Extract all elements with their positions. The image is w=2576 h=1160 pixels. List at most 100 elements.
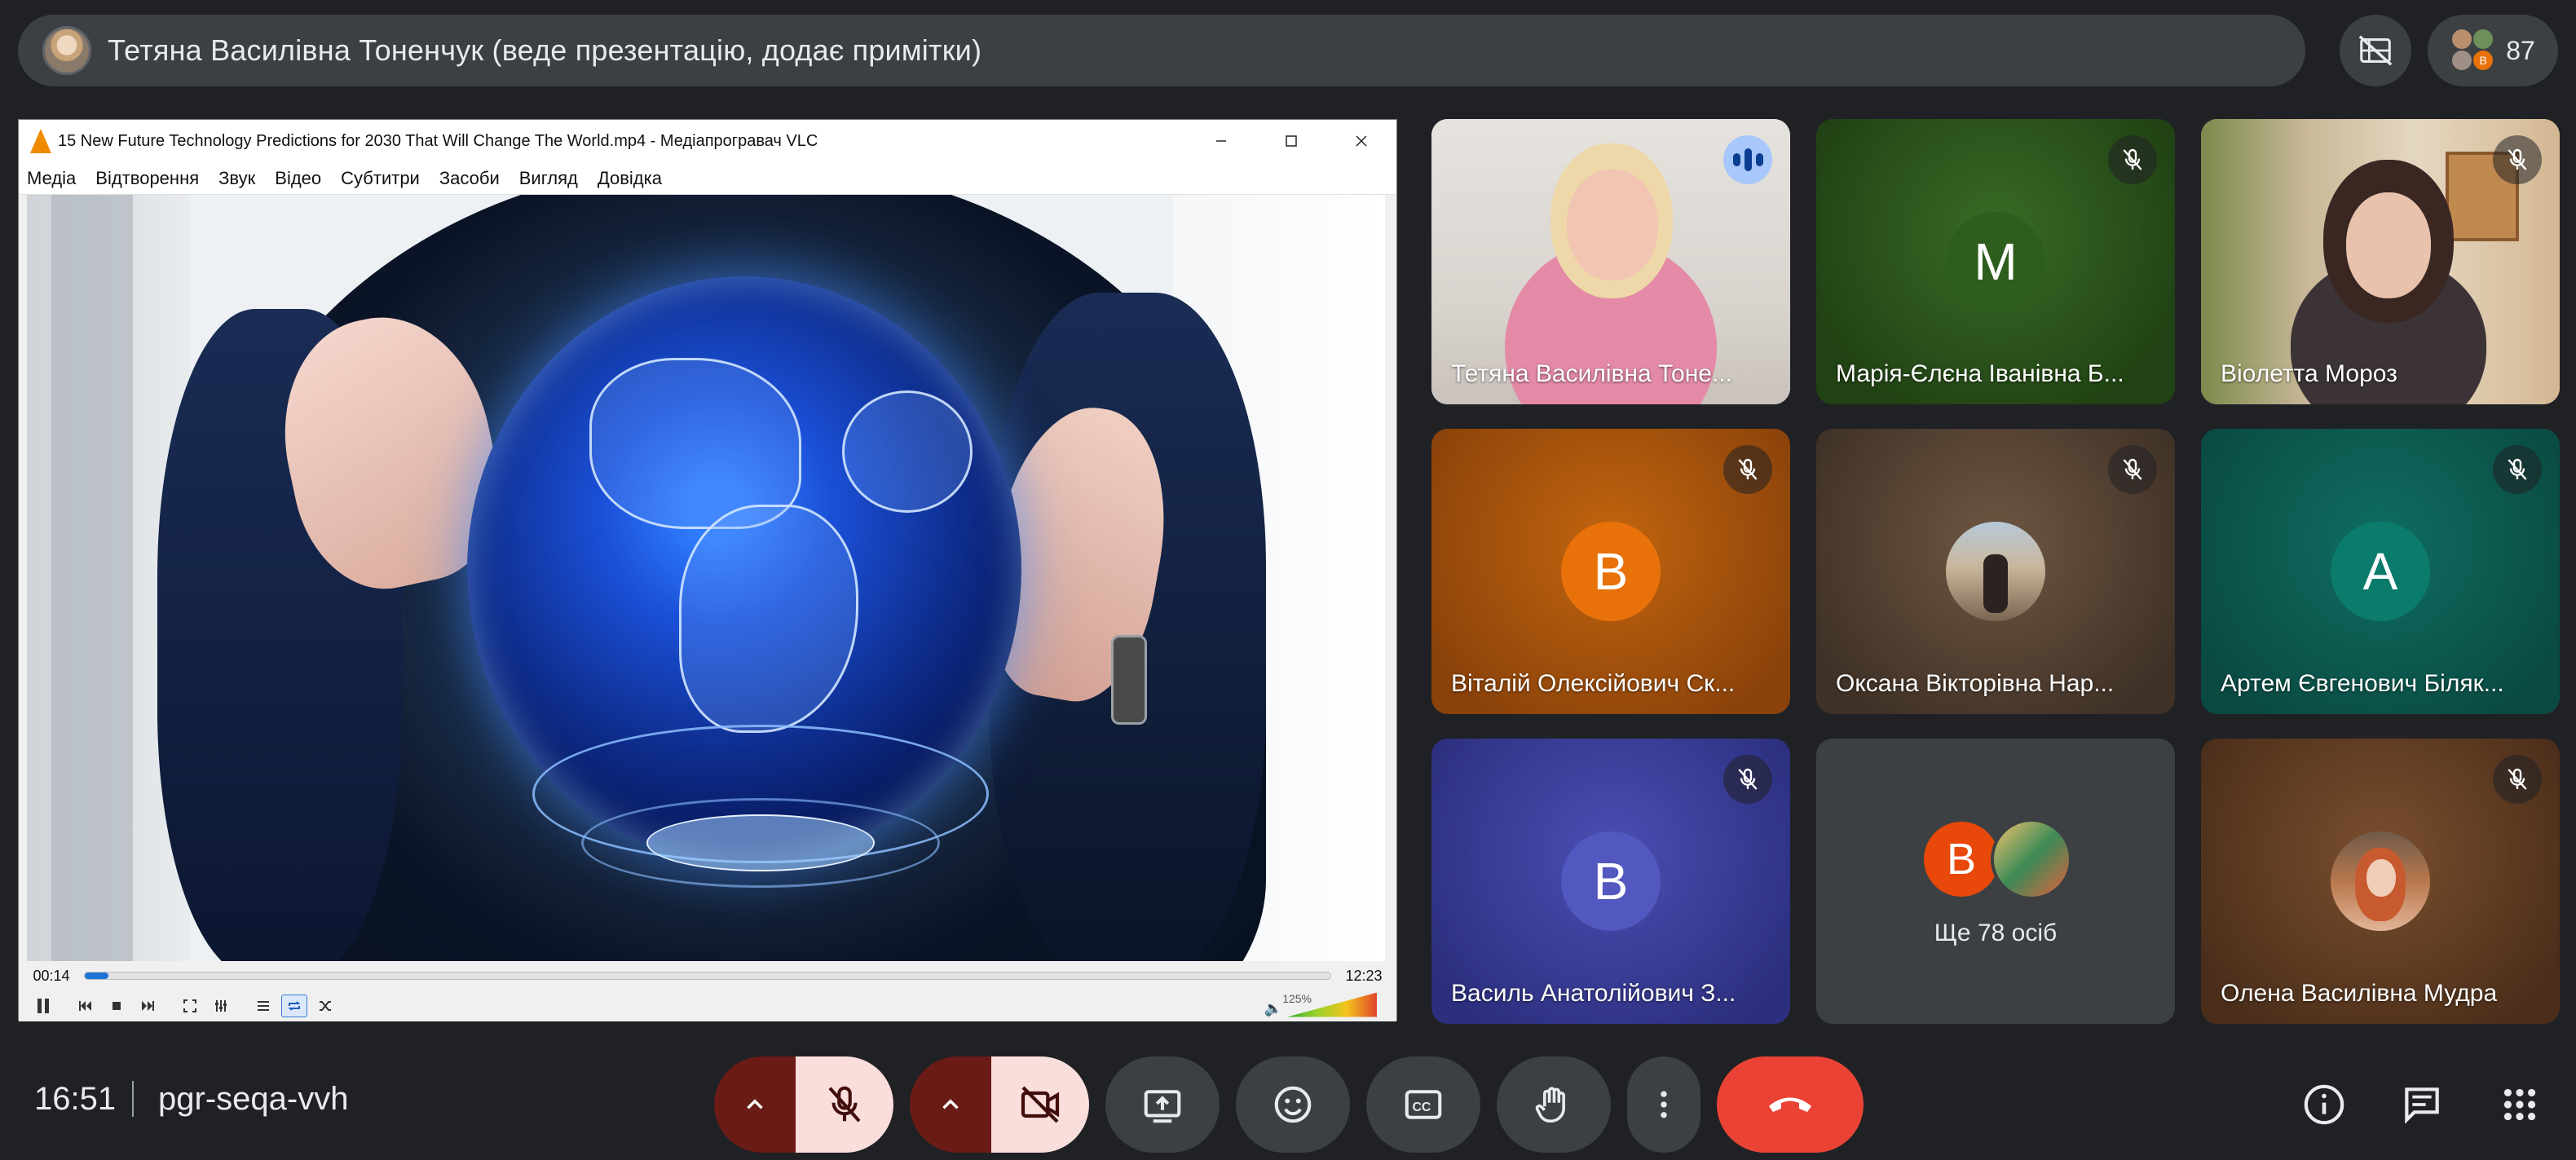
participant-avatars: В bbox=[2450, 28, 2496, 73]
camera-button[interactable] bbox=[991, 1056, 1089, 1153]
menu-playback[interactable]: Відтворення bbox=[95, 168, 199, 189]
maximize-button[interactable] bbox=[1256, 120, 1326, 162]
shared-screen-vlc-window: 15 New Future Technology Predictions for… bbox=[18, 119, 1397, 1021]
total-time: 12:23 bbox=[1345, 967, 1383, 984]
vlc-controls: 125% 🔈 bbox=[19, 990, 1396, 1021]
chat-icon bbox=[2405, 1087, 2439, 1124]
video-watch bbox=[1111, 635, 1147, 725]
menu-audio[interactable]: Звук bbox=[218, 168, 255, 189]
menu-help[interactable]: Довідка bbox=[598, 168, 662, 189]
meeting-clock: 16:51 bbox=[34, 1081, 117, 1117]
hide-tiles-button[interactable] bbox=[2340, 15, 2411, 86]
participant-avatar-letter: В bbox=[1561, 831, 1661, 931]
participant-tile[interactable]: Оксана Вікторівна Нар... bbox=[1816, 429, 2175, 714]
mic-muted-indicator bbox=[2493, 445, 2542, 494]
mic-muted-indicator bbox=[1723, 445, 1772, 494]
video-settings-button[interactable] bbox=[910, 1056, 991, 1153]
participant-name: Марія-Єлєна Іванівна Б... bbox=[1836, 360, 2124, 387]
reactions-button[interactable] bbox=[1236, 1056, 1350, 1153]
video-person-face bbox=[2346, 192, 2431, 298]
video-frame[interactable] bbox=[27, 195, 1385, 961]
activities-button[interactable] bbox=[2491, 1076, 2548, 1133]
participant-photo-avatar bbox=[2331, 831, 2430, 931]
divider bbox=[132, 1081, 134, 1117]
menu-subtitles[interactable]: Субтитри bbox=[341, 168, 420, 189]
participant-avatar bbox=[2472, 28, 2495, 51]
mic-muted-indicator bbox=[2108, 445, 2157, 494]
extended-settings-button[interactable] bbox=[208, 995, 234, 1017]
participant-tile[interactable]: Олена Василівна Мудра bbox=[2201, 739, 2560, 1024]
fullscreen-button[interactable] bbox=[177, 995, 203, 1017]
apps-grid-icon bbox=[2503, 1088, 2536, 1121]
mic-muted-indicator bbox=[1723, 755, 1772, 804]
participant-name: Василь Анатолійович З... bbox=[1451, 980, 1736, 1007]
vlc-menu-bar: Медіа Відтворення Звук Відео Субтитри За… bbox=[19, 162, 1396, 195]
seek-bar[interactable] bbox=[84, 972, 1331, 980]
mic-off-icon bbox=[2508, 768, 2527, 790]
participant-name: Оксана Вікторівна Нар... bbox=[1836, 670, 2115, 697]
previous-button[interactable] bbox=[73, 995, 99, 1017]
mic-off-icon bbox=[2508, 148, 2527, 170]
meeting-details-button[interactable] bbox=[2296, 1076, 2353, 1133]
meeting-code: pgr-seqa-vvh bbox=[158, 1081, 349, 1117]
mic-muted-indicator bbox=[2108, 135, 2157, 184]
camera-control bbox=[910, 1056, 1089, 1153]
vlc-seek-row: 00:14 12:23 bbox=[19, 961, 1396, 990]
audio-settings-button[interactable] bbox=[714, 1056, 796, 1153]
participant-tile[interactable]: Тетяна Василівна Тоне... bbox=[1431, 119, 1790, 404]
participant-name: Віталій Олексійович Ск... bbox=[1451, 670, 1736, 697]
camera-off-icon bbox=[1021, 1086, 1060, 1123]
next-button[interactable] bbox=[135, 995, 161, 1017]
shuffle-button[interactable] bbox=[312, 995, 338, 1017]
participant-tile[interactable]: В Василь Анатолійович З... bbox=[1431, 739, 1790, 1024]
menu-view[interactable]: Вигляд bbox=[519, 168, 578, 189]
participant-tile[interactable]: А Артем Євгенович Біляк... bbox=[2201, 429, 2560, 714]
speaking-indicator bbox=[1723, 135, 1772, 184]
equalizer-icon bbox=[215, 1000, 227, 1012]
menu-video[interactable]: Відео bbox=[275, 168, 321, 189]
present-button[interactable] bbox=[1105, 1056, 1220, 1153]
captions-button[interactable]: CC bbox=[1366, 1056, 1480, 1153]
participant-avatar-letter: В bbox=[1921, 818, 2002, 900]
participant-tile[interactable]: М Марія-Єлєна Іванівна Б... bbox=[1816, 119, 2175, 404]
vlc-cone-icon bbox=[30, 129, 51, 153]
more-participants-tile[interactable]: В Ще 78 осіб bbox=[1816, 739, 2175, 1024]
close-button[interactable] bbox=[1326, 120, 1396, 162]
mic-off-icon bbox=[2123, 148, 2142, 170]
elapsed-time: 00:14 bbox=[33, 967, 70, 984]
volume-level: 125% bbox=[1282, 992, 1312, 1005]
leave-call-button[interactable] bbox=[1717, 1056, 1864, 1153]
playlist-button[interactable] bbox=[250, 995, 276, 1017]
chat-button[interactable] bbox=[2393, 1076, 2450, 1133]
chevron-up-icon bbox=[747, 1099, 763, 1109]
microphone-button[interactable] bbox=[796, 1056, 893, 1153]
people-button[interactable]: В 87 bbox=[2428, 15, 2558, 86]
participant-avatar bbox=[2450, 28, 2474, 51]
speaker-icon: 🔈 bbox=[1264, 1000, 1282, 1017]
info-icon bbox=[2304, 1084, 2344, 1125]
menu-tools[interactable]: Засоби bbox=[439, 168, 500, 189]
menu-media[interactable]: Медіа bbox=[27, 168, 76, 189]
close-icon bbox=[1356, 135, 1367, 147]
participant-tile[interactable]: В Віталій Олексійович Ск... bbox=[1431, 429, 1790, 714]
stop-button[interactable] bbox=[104, 995, 130, 1017]
pause-button[interactable] bbox=[30, 995, 56, 1017]
minimize-icon bbox=[1216, 140, 1226, 142]
volume-control[interactable]: 125% 🔈 bbox=[1264, 992, 1377, 1017]
raise-hand-button[interactable] bbox=[1497, 1056, 1611, 1153]
presenter-avatar bbox=[42, 26, 91, 75]
mic-control bbox=[714, 1056, 893, 1153]
loop-button[interactable] bbox=[281, 995, 307, 1017]
minimize-button[interactable] bbox=[1186, 120, 1256, 162]
mic-off-icon bbox=[1738, 768, 1758, 790]
participant-tile[interactable]: Віолетта Мороз bbox=[2201, 119, 2560, 404]
participant-name: Тетяна Василівна Тоне... bbox=[1451, 360, 1732, 387]
shuffle-icon bbox=[320, 1001, 331, 1011]
playlist-icon bbox=[258, 1001, 269, 1011]
hide-tiles-icon bbox=[2358, 35, 2393, 66]
chevron-up-icon bbox=[942, 1099, 959, 1109]
more-options-button[interactable] bbox=[1627, 1056, 1700, 1153]
mic-muted-indicator bbox=[2493, 135, 2542, 184]
mic-off-icon bbox=[2123, 458, 2142, 480]
raise-hand-icon bbox=[1535, 1087, 1565, 1123]
